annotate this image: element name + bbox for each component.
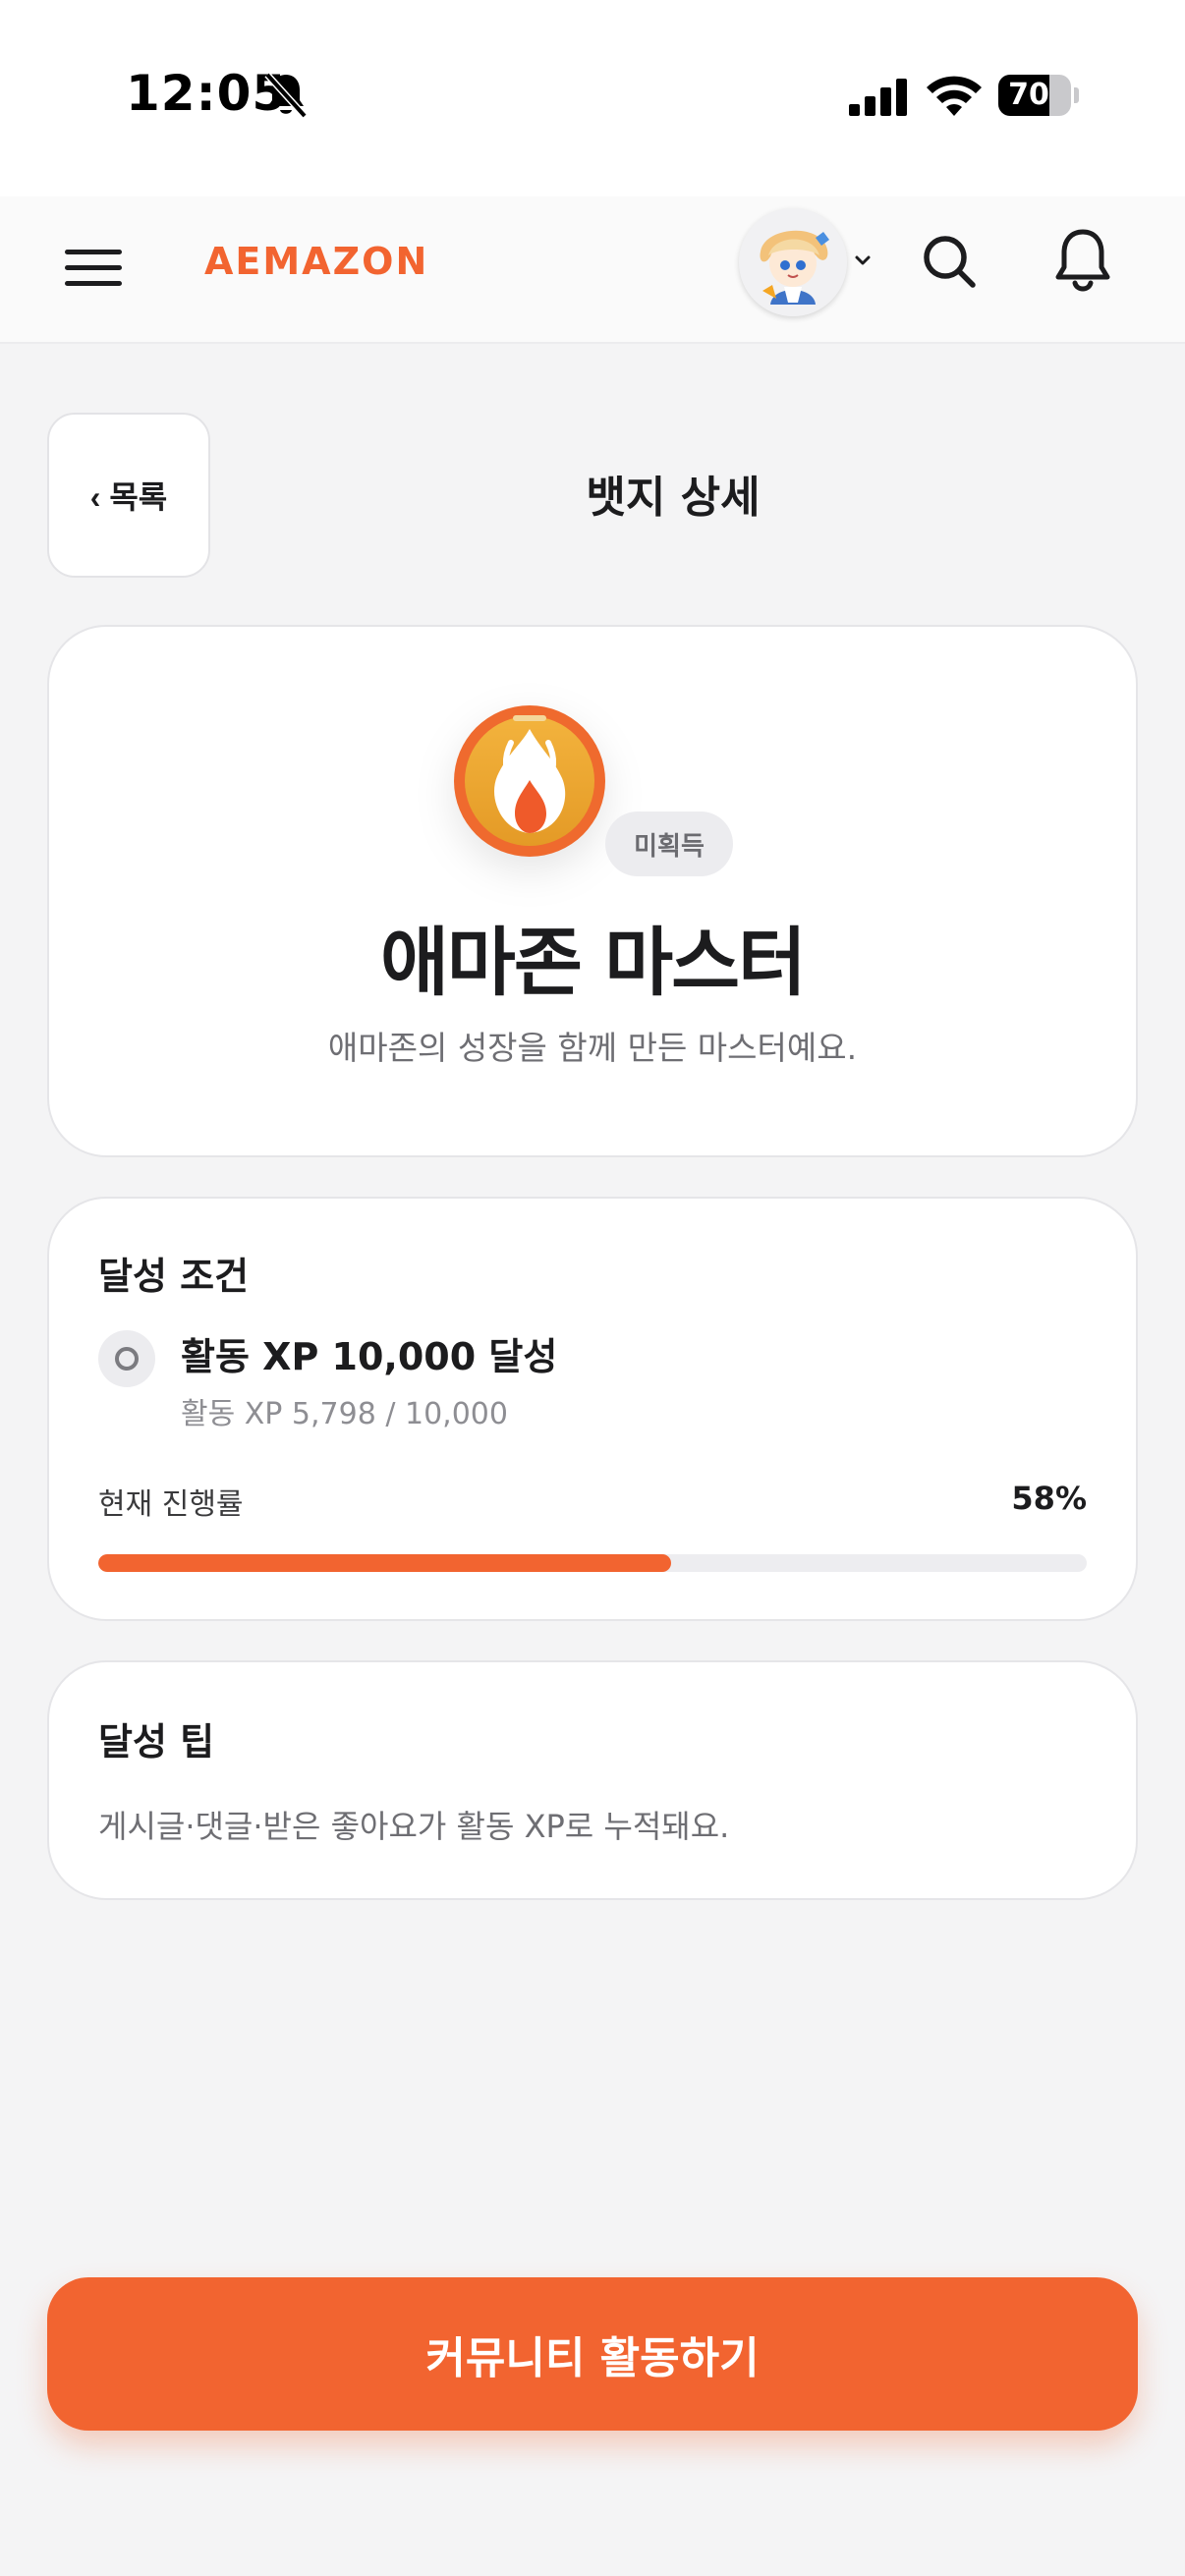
profile-switcher[interactable] [735, 204, 880, 320]
signal-icon [849, 79, 907, 116]
progress-label: 현재 진행률 [98, 1487, 244, 1522]
brand-logo[interactable]: AEMAZON [204, 240, 428, 283]
condition-title: 활동 XP 10,000 달성 [181, 1335, 558, 1378]
progress-bar [98, 1554, 1087, 1572]
community-activity-button[interactable]: 커뮤니티 활동하기 [47, 2277, 1138, 2431]
conditions-card: 달성 조건 활동 XP 10,000 달성 활동 XP 5,798 / 10,0… [47, 1197, 1138, 1621]
avatar [739, 208, 847, 316]
menu-icon[interactable] [65, 248, 122, 289]
bell-slash-icon [264, 72, 308, 119]
badge-name: 애마존 마스터 [380, 919, 807, 1006]
battery-body: 70 [998, 75, 1071, 116]
flame-icon [454, 705, 605, 857]
status-bar: 12:05 70 [0, 0, 1185, 196]
battery-level: 70 [1008, 78, 1049, 112]
badge-detail-page: 12:05 70 AEMAZON ‹ 목록 뱃지 상세 미획득 애마존 마스터 … [0, 0, 1185, 2576]
tip-card: 달성 팁 게시글·댓글·받은 좋아요가 활동 XP로 누적돼요. [47, 1660, 1138, 1900]
app-header: AEMAZON [0, 196, 1185, 344]
chevron-down-icon [855, 255, 871, 265]
search-icon[interactable] [920, 232, 979, 291]
progress-bar-fill [98, 1554, 672, 1572]
condition-status-icon [98, 1330, 155, 1387]
battery-indicator: 70 [998, 75, 1079, 116]
bell-icon[interactable] [1051, 226, 1114, 295]
badge-description: 애마존의 성장을 함께 만든 마스터예요. [327, 1029, 858, 1067]
tip-text: 게시글·댓글·받은 좋아요가 활동 XP로 누적돼요. [98, 1808, 730, 1845]
battery-cap [1074, 87, 1079, 103]
progress-percent: 58% [1011, 1480, 1087, 1517]
condition-progress-text: 활동 XP 5,798 / 10,000 [181, 1397, 508, 1431]
wifi-icon [927, 76, 982, 116]
page-title: 뱃지 상세 [586, 473, 761, 523]
badge-summary-card: 미획득 애마존 마스터 애마존의 성장을 함께 만든 마스터예요. [47, 625, 1138, 1157]
tip-title: 달성 팁 [98, 1720, 215, 1764]
avatar-illustration [739, 208, 847, 316]
conditions-title: 달성 조건 [98, 1255, 250, 1298]
status-badge: 미획득 [605, 812, 733, 876]
